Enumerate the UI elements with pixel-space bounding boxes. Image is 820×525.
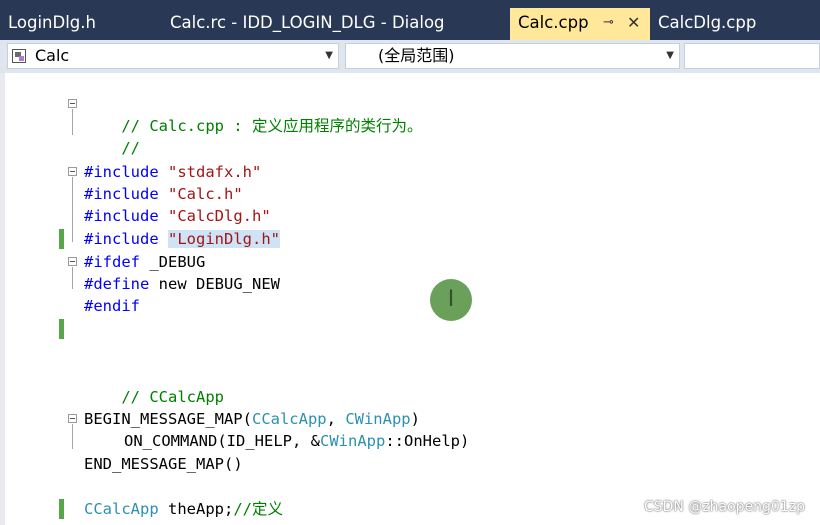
- code-line: #include "LoginDlg.h": [84, 228, 280, 250]
- text-cursor-icon: I: [447, 287, 455, 312]
- comment: //定义: [233, 500, 284, 518]
- class-name: CWinApp: [345, 410, 411, 428]
- code-line: #include "CalcDlg.h": [84, 205, 271, 227]
- preprocessor-keyword: #include: [84, 185, 159, 203]
- preprocessor-keyword: #ifdef: [84, 253, 140, 271]
- macro-name: BEGIN_MESSAGE_MAP: [84, 410, 243, 428]
- outline-line: [72, 109, 73, 135]
- code-line: #ifdef _DEBUG: [84, 251, 205, 273]
- collapse-icon[interactable]: [68, 257, 77, 266]
- change-marker: [59, 319, 64, 339]
- chevron-down-icon[interactable]: ▼: [666, 44, 674, 68]
- code-line: CCalcApp theApp;//定义: [84, 500, 284, 518]
- class-name: CWinApp: [320, 432, 386, 450]
- code-line: //: [84, 115, 140, 157]
- outline-line: [72, 267, 73, 289]
- document-tab-strip: LoginDlg.h Calc.rc - IDD_LOGIN_DLG - Dia…: [0, 0, 820, 40]
- navigation-bar: Calc ▼ (全局范围) ▼: [0, 40, 820, 73]
- pin-icon[interactable]: ⊸: [603, 8, 614, 38]
- tab-calc-rc-dialog[interactable]: Calc.rc - IDD_LOGIN_DLG - Dialog: [162, 8, 510, 40]
- code-editor[interactable]: // Calc.cpp : 定义应用程序的类行为。 // #include "s…: [0, 73, 820, 525]
- preprocessor-keyword: #include: [84, 207, 159, 225]
- tab-calc-cpp[interactable]: Calc.cpp ⊸ ✕: [510, 8, 650, 40]
- code-line: #include "stdafx.h": [84, 161, 261, 183]
- include-file: "stdafx.h": [168, 163, 262, 181]
- comment: //: [121, 139, 140, 157]
- macro-symbol: _DEBUG: [149, 253, 206, 271]
- tab-label: Calc.cpp: [518, 13, 589, 32]
- macro-name: ON_COMMAND: [124, 432, 218, 450]
- comment: // Calc.cpp : 定义应用程序的类行为。: [121, 117, 423, 135]
- close-icon[interactable]: ✕: [627, 8, 640, 38]
- class-name: CCalcApp: [251, 410, 327, 428]
- scope-dropdown-value: (全局范围): [378, 46, 455, 65]
- method-name: OnHelp: [404, 432, 460, 450]
- outline-line: [72, 424, 73, 449]
- code-line: #define new DEBUG_NEW: [84, 273, 280, 295]
- code-line: #include "Calc.h": [84, 183, 243, 205]
- include-file: "CalcDlg.h": [168, 207, 271, 225]
- change-marker: [59, 229, 64, 249]
- code-line: END_MESSAGE_MAP(): [84, 455, 243, 473]
- preprocessor-keyword: #include: [84, 230, 159, 248]
- code-line: BEGIN_MESSAGE_MAP(CCalcApp, CWinApp): [84, 410, 420, 428]
- member-dropdown[interactable]: [684, 43, 820, 69]
- chevron-down-icon[interactable]: ▼: [325, 44, 333, 68]
- change-marker: [59, 499, 64, 519]
- tab-label: Calc.rc - IDD_LOGIN_DLG - Dialog: [170, 13, 445, 32]
- comment: // CCalcApp: [121, 388, 224, 406]
- tab-calcdlg-cpp[interactable]: CalcDlg.cpp: [650, 8, 820, 40]
- preprocessor-keyword: #endif: [84, 297, 140, 315]
- command-id: ID_HELP: [226, 432, 292, 450]
- variable-name: theApp: [168, 500, 224, 518]
- class-icon: [12, 49, 26, 63]
- mouse-cursor-highlight: I: [430, 279, 472, 321]
- code-line: ON_COMMAND(ID_HELP, &CWinApp::OnHelp): [124, 432, 470, 450]
- outline-line: [72, 177, 73, 242]
- collapse-icon[interactable]: [68, 167, 77, 176]
- define-value: DEBUG_NEW: [196, 275, 281, 293]
- class-name: CCalcApp: [84, 500, 159, 518]
- project-dropdown-value: Calc: [35, 46, 70, 65]
- selected-include-file: "LoginDlg.h": [168, 230, 280, 248]
- code-line: // CCalcApp: [84, 364, 224, 406]
- tab-label: CalcDlg.cpp: [658, 13, 757, 32]
- tab-label: LoginDlg.h: [8, 13, 96, 32]
- include-file: "Calc.h": [168, 185, 243, 203]
- preprocessor-keyword: #include: [84, 163, 159, 181]
- collapse-icon[interactable]: [68, 99, 77, 108]
- tab-logindlg-h[interactable]: LoginDlg.h: [0, 8, 162, 40]
- code-line: #endif: [84, 295, 140, 317]
- scope-dropdown[interactable]: (全局范围) ▼: [345, 43, 680, 69]
- code-line: // Calc.cpp : 定义应用程序的类行为。: [84, 93, 422, 135]
- watermark: CSDN @zhaopeng01zp: [643, 499, 805, 515]
- collapse-icon[interactable]: [68, 414, 77, 423]
- macro-name: END_MESSAGE_MAP: [84, 455, 224, 473]
- editor-margin: [0, 73, 5, 525]
- define-name: new: [158, 275, 187, 293]
- project-dropdown[interactable]: Calc ▼: [7, 43, 339, 69]
- preprocessor-keyword: #define: [84, 275, 150, 293]
